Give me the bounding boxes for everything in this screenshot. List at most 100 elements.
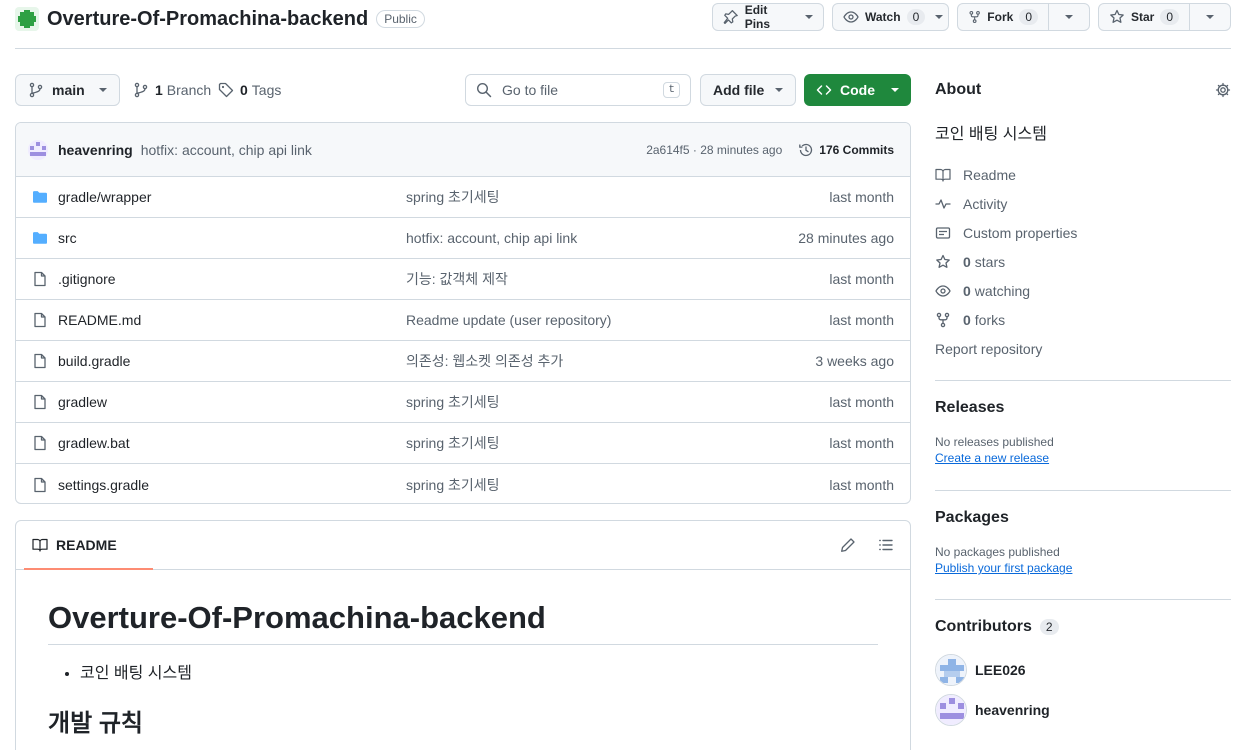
edit-pins-button[interactable]: Edit Pins [712,3,824,31]
contributors-section: Contributors 2 LEE026 heavenring [935,599,1231,730]
file-name[interactable]: gradlew [58,394,406,410]
table-row[interactable]: src hotfix: account, chip api link 28 minu… [16,218,910,259]
packages-title[interactable]: Packages [935,509,1231,527]
report-repository-link[interactable]: Report repository [935,334,1231,363]
publish-package-link[interactable]: Publish your first package [935,561,1072,575]
commit-sha-time[interactable]: 2a614f5 · 28 minutes ago [646,143,782,157]
file-commit-message[interactable]: spring 초기세팅 [406,187,829,207]
file-icon [34,394,46,410]
fork-icon [936,312,950,327]
packages-empty: No packages published [935,545,1060,559]
sidebar: About 코인 배팅 시스템 Readme Activity Custom p… [935,78,1231,730]
contributor-item[interactable]: heavenring [935,690,1231,730]
avatar[interactable] [28,139,48,160]
commit-message[interactable]: hotfix: account, chip api link [141,142,312,158]
file-icon [34,435,46,451]
file-name[interactable]: .gitignore [58,271,406,287]
repo-name[interactable]: Overture-Of-Promachina-backend [47,8,368,31]
file-commit-message[interactable]: Readme update (user repository) [406,312,829,328]
file-date: last month [829,312,894,328]
file-date: last month [829,394,894,410]
custom-properties-link[interactable]: Custom properties [935,218,1231,247]
forks-link[interactable]: 0 forks [935,305,1231,334]
stars-label: stars [974,253,1006,270]
file-date: last month [829,435,894,451]
tab-readme[interactable]: README [24,521,153,570]
avatar [935,694,967,726]
fork-menu-button[interactable] [1048,4,1089,30]
contributor-item[interactable]: LEE026 [935,650,1231,690]
table-row[interactable]: gradlew spring 초기세팅 last month [16,382,910,423]
file-icon [34,477,46,492]
file-commit-message[interactable]: 의존성: 웹소켓 의존성 추가 [406,351,815,371]
about-header: About [935,78,1231,102]
releases-title[interactable]: Releases [935,399,1231,417]
book-icon [32,538,48,552]
watch-label: Watch [865,10,901,24]
activity-link[interactable]: Activity [935,189,1231,218]
file-name[interactable]: gradlew.bat [58,435,406,451]
file-name[interactable]: gradle/wrapper [58,189,406,205]
code-label: Code [840,82,875,98]
repo-avatar [15,7,39,31]
repo-actions: Edit Pins Watch 0 Fork 0 Star 0 [712,3,1231,31]
file-icon-cell [32,312,58,328]
table-row[interactable]: build.gradle 의존성: 웹소켓 의존성 추가 3 weeks ago [16,341,910,382]
readme-link[interactable]: Readme [935,160,1231,189]
file-date: last month [829,271,894,287]
star-button[interactable]: Star 0 [1098,3,1231,31]
commits-link[interactable]: 176 Commits [798,142,894,158]
code-button[interactable]: Code [804,74,911,106]
contributors-title[interactable]: Contributors 2 [935,618,1231,636]
list-icon[interactable] [878,537,894,553]
file-commit-message[interactable]: spring 초기세팅 [406,392,829,412]
file-commit-message[interactable]: hotfix: account, chip api link [406,230,798,246]
table-row[interactable]: gradlew.bat spring 초기세팅 last month [16,423,910,464]
stars-link[interactable]: 0 stars [935,247,1231,276]
branch-select-button[interactable]: main [15,74,120,106]
contributors-label: Contributors [935,618,1032,635]
commit-author[interactable]: heavenring [58,142,133,158]
star-menu-button[interactable] [1189,4,1230,30]
table-row[interactable]: settings.gradle spring 초기세팅 last month [16,464,910,503]
create-release-link[interactable]: Create a new release [935,451,1049,465]
branches-label: Branch [166,82,212,98]
file-name[interactable]: settings.gradle [58,477,406,493]
file-icon-cell [32,477,58,493]
file-commit-message[interactable]: spring 초기세팅 [406,475,829,495]
history-icon [799,143,813,156]
table-row[interactable]: .gitignore 기능: 값객체 제작 last month [16,259,910,300]
gear-icon[interactable] [1215,82,1231,98]
eye-icon [843,11,859,23]
search-icon [476,82,492,98]
go-to-file-input[interactable]: Go to file t [465,74,691,106]
table-row[interactable]: gradle/wrapper spring 초기세팅 last month [16,177,910,218]
readme-list: 코인 배팅 시스템 [80,659,878,683]
fork-button[interactable]: Fork 0 [957,3,1090,31]
table-row[interactable]: README.md Readme update (user repository)… [16,300,910,341]
file-commit-message[interactable]: 기능: 값객체 제작 [406,269,829,289]
list-item: 코인 배팅 시스템 [80,659,878,683]
watching-link[interactable]: 0 watching [935,276,1231,305]
about-title: About [935,81,982,98]
file-name[interactable]: README.md [58,312,406,328]
shortcut-key: t [663,82,680,98]
chevron-down-icon [935,15,944,19]
branch-name: main [52,82,85,98]
file-name[interactable]: src [58,230,406,246]
file-list: gradle/wrapper spring 초기세팅 last month src ho… [16,177,910,503]
file-commit-message[interactable]: spring 초기세팅 [406,433,829,453]
star-icon [936,254,950,268]
chevron-down-icon [99,88,107,92]
branches-link[interactable]: 1 Branch [133,74,211,106]
custom-properties-label: Custom properties [963,224,1078,241]
watch-button[interactable]: Watch 0 [832,3,949,31]
pencil-icon[interactable] [840,537,856,553]
chevron-down-icon [1206,15,1214,19]
tags-link[interactable]: 0 Tags [218,74,281,106]
file-date: last month [829,189,894,205]
readme-panel: README Overture-Of-Promachina-backend 코인… [15,520,911,750]
file-name[interactable]: build.gradle [58,353,406,369]
add-file-button[interactable]: Add file [700,74,796,106]
contributors-list: LEE026 heavenring [935,650,1231,730]
